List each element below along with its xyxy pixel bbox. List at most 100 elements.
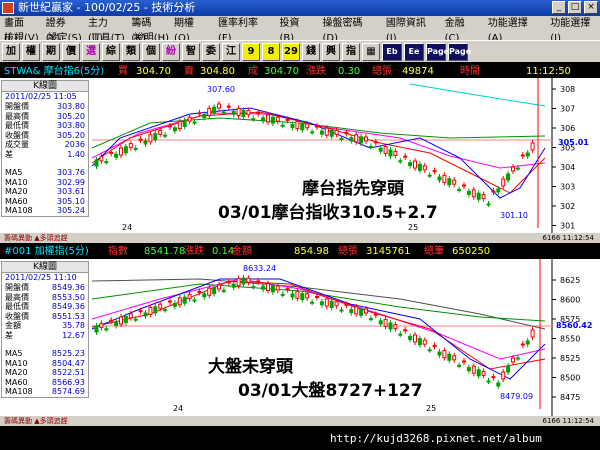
bottom-candle: [207, 287, 212, 296]
bottom-candle: [437, 351, 442, 356]
bottom-ma-row: MA5 8525.23: [2, 349, 88, 359]
top-candle: [432, 170, 437, 173]
top-info-label: 收盤價: [5, 130, 29, 140]
toolbar-button-20[interactable]: Ee: [404, 42, 424, 61]
top-candle: [94, 159, 99, 167]
menu-item-2[interactable]: 主力(U): [88, 16, 122, 44]
top-candle: [378, 147, 383, 152]
bottom-candle: [231, 283, 236, 288]
menu-item-3[interactable]: 籌碼(K): [131, 16, 165, 44]
toolbar-button-7[interactable]: 個: [142, 42, 160, 61]
top-info-value: 305.20: [57, 130, 85, 140]
bottom-candle: [290, 293, 295, 298]
amount-value: 854.98: [294, 246, 329, 257]
top-candle: [143, 140, 148, 145]
toolbar-button-0[interactable]: 加: [2, 42, 20, 61]
toolbar-button-3[interactable]: 價: [62, 42, 80, 61]
time-value: 11:12:50: [526, 66, 571, 77]
top-axis-tick: 304: [560, 163, 575, 172]
toolbar-button-12[interactable]: 9: [242, 42, 260, 61]
toolbar-button-15[interactable]: 錢: [302, 42, 320, 61]
buy-value: 304.70: [136, 66, 171, 77]
menu-item-5[interactable]: 匯率利率(F): [218, 16, 270, 44]
toolbar-button-6[interactable]: 類: [122, 42, 140, 61]
toolbar-button-9[interactable]: 智: [182, 42, 200, 61]
toolbar-button-4[interactable]: 選: [82, 42, 100, 61]
menu-item-8[interactable]: 國際資訊(I): [386, 16, 436, 44]
top-candle: [266, 114, 270, 123]
menu-item-6[interactable]: 投資(B): [280, 16, 314, 44]
bottom-candle: [364, 308, 368, 314]
bottom-ma-row: MA20 8522.51: [2, 368, 88, 378]
close-button[interactable]: ×: [584, 1, 598, 14]
top-candle: [148, 134, 153, 143]
volume-label: 總張: [372, 66, 392, 77]
top-axis-tick: 301: [560, 222, 575, 231]
change-value: 0.30: [338, 66, 361, 77]
maximize-button[interactable]: □: [568, 1, 582, 14]
menu-item-9[interactable]: 金融(C): [445, 16, 479, 44]
top-candle: [138, 138, 143, 141]
menu-item-0[interactable]: 畫面(L): [4, 16, 37, 44]
index-label: 指數: [108, 246, 128, 257]
toolbar-button-17[interactable]: 指: [342, 42, 360, 61]
bottom-candle: [511, 357, 515, 363]
bottom-candle: [226, 281, 231, 284]
menu-item-10[interactable]: 功能選擇(A): [488, 16, 542, 44]
top-candle: [217, 103, 221, 109]
top-ma-value: 303.76: [57, 168, 85, 177]
top-ma-label: MA10: [5, 177, 28, 187]
menu-item-7[interactable]: 操盤密碼(D): [322, 16, 376, 44]
top-candle: [427, 174, 432, 177]
bottom-info-label: 最高價: [5, 292, 29, 302]
bottom-candle: [270, 285, 275, 293]
toolbar-button-16[interactable]: 興: [322, 42, 340, 61]
toolbar-button-5[interactable]: 綜: [102, 42, 120, 61]
bottom-volume-value: 3145761: [366, 246, 411, 257]
toolbar-button-11[interactable]: 江: [222, 42, 240, 61]
bottom-candle: [354, 306, 359, 315]
top-candle: [442, 174, 447, 183]
top-status-bar: 籌碼異動 ▲多頭追趕 6166 11:12:54: [0, 233, 600, 243]
bottom-candle: [143, 312, 148, 317]
top-candle: [501, 178, 506, 187]
top-info-label: 開盤價: [5, 102, 29, 111]
top-candle: [491, 190, 496, 193]
top-candle: [305, 123, 310, 129]
amount-label: 金額: [232, 246, 252, 257]
menu-item-4[interactable]: 期權(Q): [174, 16, 209, 44]
top-ma-label: MA108: [5, 206, 33, 215]
toolbar-button-8[interactable]: 紛: [162, 42, 180, 61]
top-candle: [329, 129, 334, 137]
toolbar-button-18[interactable]: ▦: [362, 42, 380, 61]
deal-value: 304.70: [264, 66, 299, 77]
bottom-ma-value: 8522.51: [51, 368, 85, 377]
bottom-candle: [114, 322, 119, 327]
top-candle: [236, 107, 241, 116]
toolbar-button-10[interactable]: 委: [202, 42, 220, 61]
menu-item-11[interactable]: 功能選擇(J): [550, 16, 600, 44]
toolbar-button-13[interactable]: 8: [262, 42, 280, 61]
bottom-candle: [261, 285, 266, 290]
toolbar-button-14[interactable]: 29: [282, 42, 300, 61]
bottom-candle: [153, 306, 158, 314]
toolbar: 加權期價選綜類個紛智委江 9 8 29 錢興指 ▦ Eb Ee Page Page: [0, 40, 600, 62]
top-candle: [417, 163, 422, 171]
bottom-ma-label: MA60: [5, 377, 28, 387]
menu-item-1[interactable]: 證券(Y): [46, 16, 79, 44]
bottom-ma-label: MA10: [5, 358, 28, 368]
bottom-candle: [334, 301, 339, 307]
minimize-button[interactable]: _: [552, 1, 566, 14]
bottom-candle: [442, 350, 447, 359]
bottom-candle: [501, 371, 506, 380]
toolbar-button-21[interactable]: Page: [426, 42, 449, 61]
toolbar-button-1[interactable]: 權: [22, 42, 40, 61]
toolbar-button-2[interactable]: 期: [42, 42, 60, 61]
toolbar-button-19[interactable]: Eb: [382, 42, 402, 61]
bottom-status-text: 籌碼異動 ▲多頭追趕: [4, 417, 68, 425]
bottom-candle: [319, 301, 324, 306]
toolbar-button-22[interactable]: Page: [448, 42, 471, 61]
top-candle: [359, 136, 364, 144]
bottom-candle: [168, 300, 172, 303]
index-value: 8541.78: [144, 246, 186, 257]
